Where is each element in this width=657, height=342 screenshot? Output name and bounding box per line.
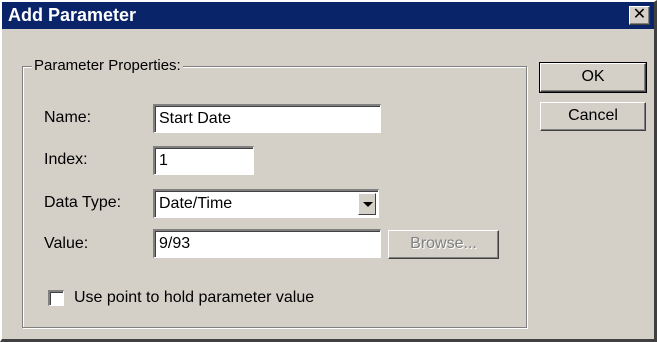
- name-label: Name:: [44, 109, 92, 126]
- close-icon: ✕: [632, 6, 647, 23]
- ok-button[interactable]: OK: [539, 62, 647, 93]
- value-field[interactable]: 9/93: [153, 229, 381, 258]
- cancel-button[interactable]: Cancel: [540, 102, 646, 131]
- value-value: 9/93: [159, 235, 191, 252]
- browse-button[interactable]: Browse...: [388, 230, 499, 259]
- title-bar[interactable]: Add Parameter ✕: [2, 2, 654, 29]
- name-value: Start Date: [159, 110, 232, 127]
- index-label: Index:: [44, 151, 88, 168]
- data-type-value: Date/Time: [159, 195, 233, 212]
- hold-value-checkbox[interactable]: [48, 290, 64, 306]
- index-field[interactable]: 1: [153, 146, 254, 175]
- add-parameter-dialog: Add Parameter ✕ Parameter Properties: Na…: [0, 0, 657, 342]
- index-value: 1: [159, 152, 168, 169]
- hold-value-label: Use point to hold parameter value: [74, 289, 315, 306]
- data-type-dropdown-button[interactable]: [358, 193, 376, 215]
- data-type-label: Data Type:: [44, 194, 122, 211]
- name-field[interactable]: Start Date: [153, 104, 381, 133]
- value-label: Value:: [44, 235, 89, 252]
- data-type-select[interactable]: Date/Time: [153, 189, 379, 218]
- group-legend: Parameter Properties:: [32, 57, 183, 74]
- dialog-title: Add Parameter: [8, 5, 137, 25]
- chevron-down-icon: [363, 202, 373, 207]
- close-button[interactable]: ✕: [629, 6, 650, 25]
